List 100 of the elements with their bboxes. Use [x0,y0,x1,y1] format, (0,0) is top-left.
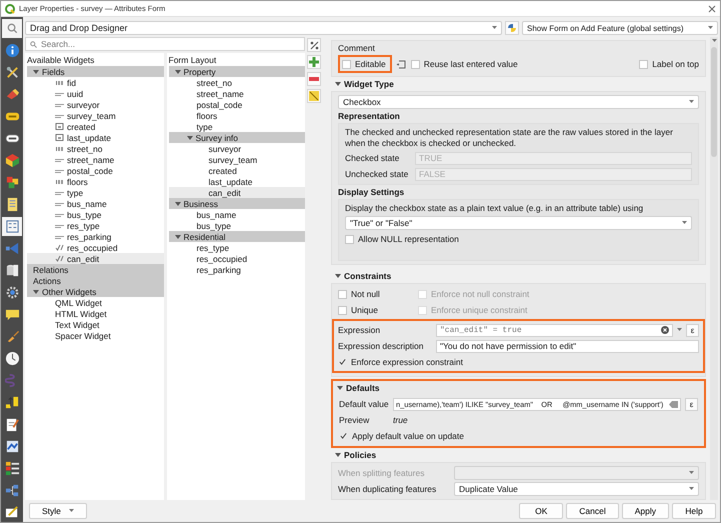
tree-item[interactable]: fid [27,77,164,88]
field-label: When splitting features [338,468,426,478]
dialog-button[interactable]: OK [519,503,564,519]
tree-group-row[interactable]: Actions [27,275,164,286]
number-type-icon [55,145,64,152]
tree-item[interactable]: res_occupied [27,242,164,253]
tree-item[interactable]: res_parking [168,264,305,275]
tree-item[interactable]: street_no [168,77,305,88]
widget-type-dropdown[interactable]: Checkbox [338,95,699,109]
expander-icon[interactable] [186,134,192,140]
tree-group-row[interactable]: Relations [27,264,164,275]
tree-item[interactable]: bus_name [27,198,164,209]
tree-item[interactable]: postal_code [168,99,305,110]
collapse-caret-icon[interactable] [335,452,341,458]
app-logo-icon [5,4,15,14]
description-field[interactable]: "You do not have permission to edit" [436,340,699,352]
dropdown-caret-icon [689,471,694,475]
scrollbar[interactable] [710,37,718,500]
section-title[interactable]: Policies [344,450,376,460]
expander-icon[interactable] [33,68,39,74]
tree-item[interactable]: postal_code [27,165,164,176]
edit-button[interactable] [307,89,321,103]
tree-item[interactable]: survey_team [168,154,305,165]
expander-icon[interactable] [174,234,180,240]
tree-item[interactable]: res_occupied [168,253,305,264]
tree-item[interactable]: type [168,121,305,132]
tree-item[interactable]: Spacer Widget [27,330,164,341]
dialog-button[interactable]: Apply [622,503,669,519]
clear-icon[interactable] [661,326,669,334]
collapse-caret-icon[interactable] [335,81,341,87]
section-title[interactable]: Defaults [346,383,380,393]
dropdown-caret-icon [682,221,687,225]
sidebar-search-button[interactable] [2,19,22,38]
tree-group-row[interactable]: Business [168,198,305,209]
reuse-value-checkbox[interactable]: Reuse last entered value [410,57,518,71]
layout-mode-dropdown[interactable]: Drag and Drop Designer [25,21,502,35]
tree-item[interactable]: bus_type [168,220,305,231]
unique-checkbox[interactable]: Unique [338,303,378,317]
tree-item[interactable]: floors [168,110,305,121]
tree-item[interactable]: bus_name [168,209,305,220]
expression-field[interactable]: "can_edit" = true [436,324,673,336]
tree-item[interactable]: last_update [168,176,305,187]
add-button[interactable] [307,55,321,69]
remove-button[interactable] [307,72,321,86]
python-button[interactable] [505,21,519,35]
not-null-checkbox[interactable]: Not null [338,287,380,301]
tree-item[interactable]: bus_type [27,209,164,220]
tree-item[interactable]: street_name [168,88,305,99]
tree-item[interactable]: created [27,121,164,132]
editable-checkbox[interactable]: Editable [338,55,392,73]
sort-button[interactable] [307,38,321,52]
tree-item[interactable]: HTML Widget [27,308,164,319]
tree-item[interactable]: type [27,187,164,198]
dialog-button[interactable]: Cancel [566,503,619,519]
tree-item[interactable]: res_type [27,220,164,231]
enforce-expression-checkbox[interactable]: Enforce expression constraint [338,355,699,369]
suppress-form-dropdown[interactable]: Show Form on Add Feature (global settings) [522,21,718,35]
tree-group-row[interactable]: Survey info [168,132,305,143]
apply-on-update-checkbox[interactable]: Apply default value on update [339,429,698,443]
image-icon [4,439,20,454]
style-button[interactable]: Style [29,503,87,519]
sidebar-tab[interactable] [2,217,22,236]
close-icon[interactable] [708,4,716,12]
section-title[interactable]: Constraints [344,271,392,281]
tree-item[interactable]: last_update [27,132,164,143]
section-title[interactable]: Widget Type [344,79,394,89]
expander-icon[interactable] [174,200,180,206]
tree-item[interactable]: street_name [27,154,164,165]
collapse-caret-icon[interactable] [335,273,341,279]
tree-item[interactable]: survey_team [27,110,164,121]
duplicate-policy-dropdown[interactable]: Duplicate Value [454,482,699,496]
expression-button[interactable]: ε [686,324,699,336]
search-icon [30,40,37,48]
collapse-caret-icon[interactable] [337,385,343,391]
expression-button[interactable]: ε [685,398,698,410]
search-field[interactable]: Search... [25,37,305,51]
tree-item[interactable]: floors [27,176,164,187]
tree-item[interactable]: uuid [27,88,164,99]
expander-icon[interactable] [33,288,39,294]
tree-item[interactable]: res_parking [27,231,164,242]
tree-group-row[interactable]: Fields [27,66,164,77]
tree-group-row[interactable]: Other Widgets [27,286,164,297]
dialog-button[interactable]: Help [672,503,716,519]
tree-item[interactable]: QML Widget [27,297,164,308]
tree-item[interactable]: surveyor [168,143,305,154]
database-icon [4,263,20,278]
tree-item[interactable]: Text Widget [27,319,164,330]
expander-icon[interactable] [174,68,180,74]
tree-group-row[interactable]: Residential [168,231,305,242]
tree-item[interactable]: res_type [168,242,305,253]
allow-null-checkbox[interactable]: Allow NULL representation [345,232,692,246]
tree-item[interactable]: can_edit [168,187,305,198]
label-on-top-checkbox[interactable]: Label on top [639,57,699,71]
tree-item[interactable]: surveyor [27,99,164,110]
tree-item[interactable]: street_no [27,143,164,154]
display-value-dropdown[interactable]: "True" or "False" [345,216,692,230]
tree-item[interactable]: can_edit [27,253,164,264]
text-type-icon [55,233,64,240]
tree-item[interactable]: created [168,165,305,176]
tree-group-row[interactable]: Property [168,66,305,77]
